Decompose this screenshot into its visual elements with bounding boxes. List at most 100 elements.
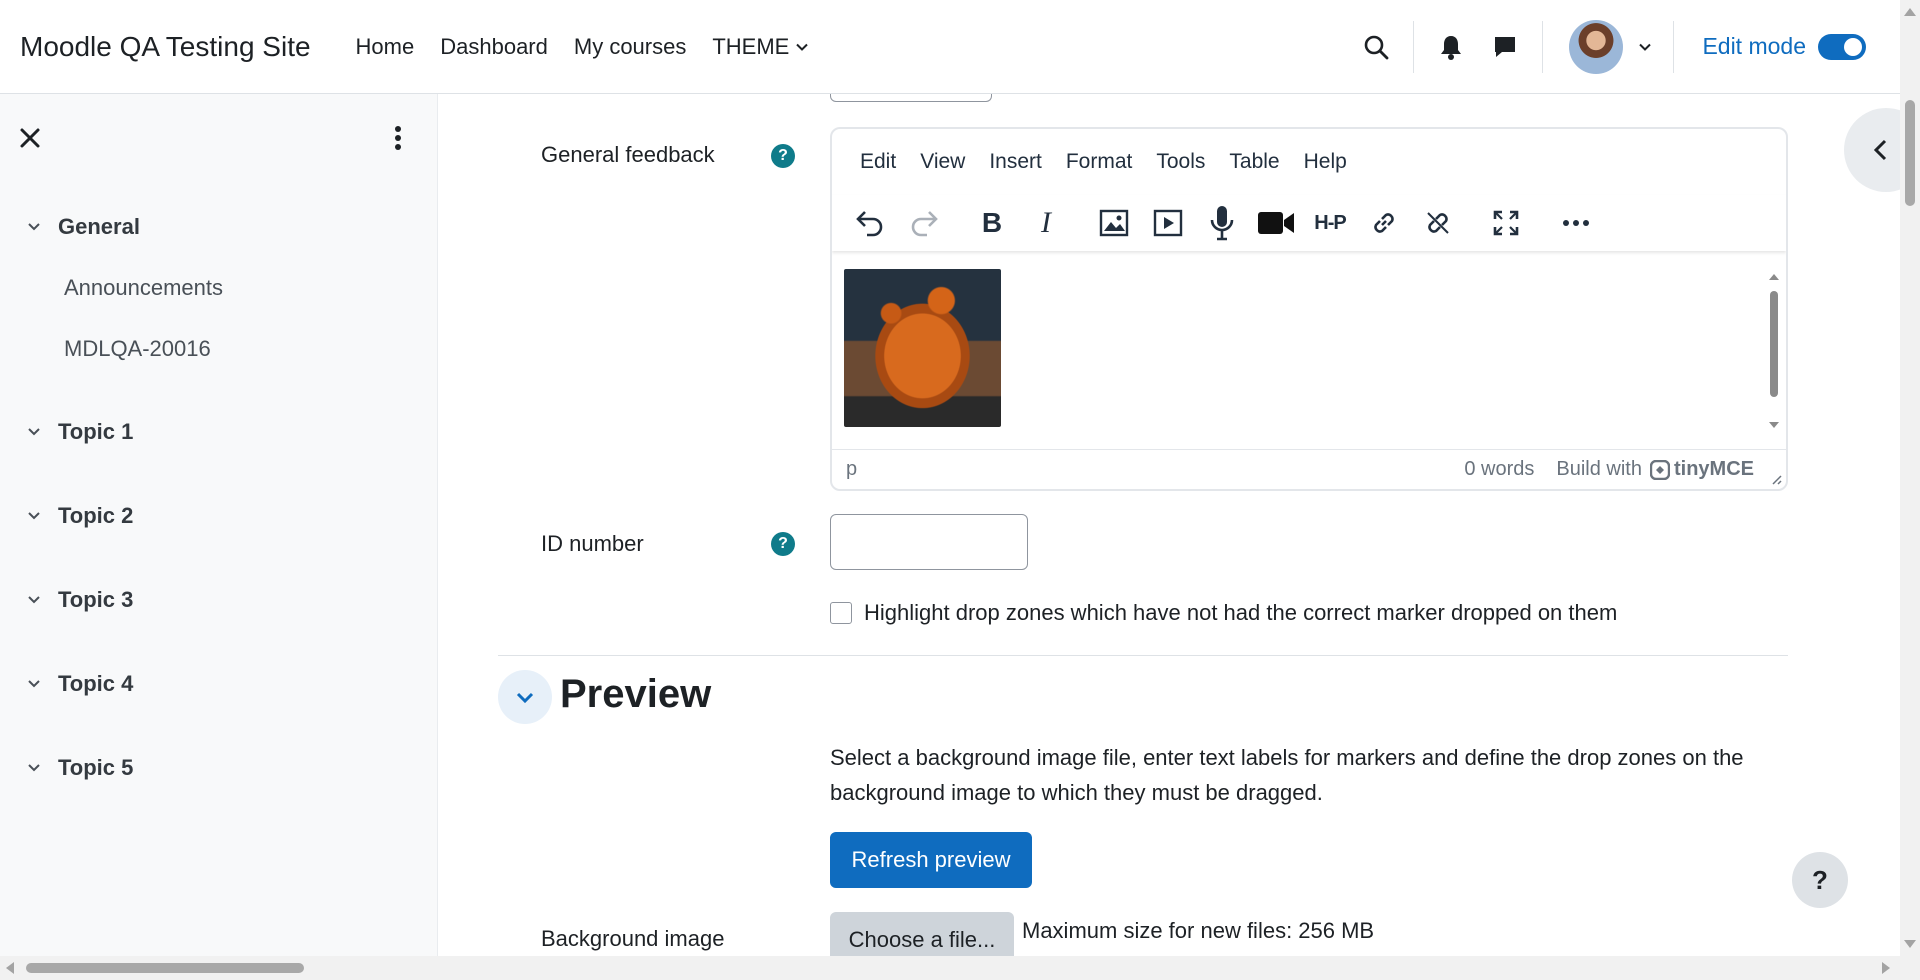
chevron-down-icon[interactable] <box>26 508 42 524</box>
record-video-icon <box>1258 212 1294 234</box>
edit-mode-switch[interactable]: Edit mode <box>1702 33 1866 60</box>
messages-button[interactable] <box>1478 20 1532 74</box>
close-icon[interactable] <box>16 124 44 152</box>
bold-button[interactable]: B <box>970 203 1014 243</box>
page-vertical-scrollbar[interactable] <box>1900 0 1920 956</box>
highlight-drop-zones-checkbox[interactable] <box>830 602 852 624</box>
section-title: Topic 2 <box>58 503 134 528</box>
section-title: General <box>58 214 140 239</box>
undo-icon <box>856 211 883 237</box>
navbar-divider <box>1542 20 1544 73</box>
site-name[interactable]: Moodle QA Testing Site <box>20 31 311 63</box>
refresh-preview-button[interactable]: Refresh preview <box>830 832 1032 888</box>
h5p-button[interactable]: H-P <box>1308 203 1352 243</box>
editor-content-area[interactable] <box>844 269 1764 435</box>
tinymce-brand: tinyMCE <box>1674 458 1754 480</box>
resize-handle-icon[interactable] <box>1770 473 1782 485</box>
chevron-down-icon <box>516 692 534 704</box>
id-number-input[interactable] <box>830 514 1028 570</box>
notifications-button[interactable] <box>1424 20 1478 74</box>
activity-announcements[interactable]: Announcements <box>64 275 223 301</box>
menu-help[interactable]: Help <box>1292 150 1359 174</box>
menu-format[interactable]: Format <box>1054 150 1145 174</box>
teddy-bear-image[interactable] <box>844 269 1001 427</box>
chevron-down-icon[interactable] <box>26 424 42 440</box>
section-divider <box>498 655 1788 656</box>
fullscreen-icon <box>1493 210 1519 236</box>
general-feedback-editor: Edit View Insert Format Tools Table Help… <box>830 127 1788 491</box>
id-number-label: ID number <box>541 531 644 556</box>
chevron-down-icon[interactable] <box>26 760 42 776</box>
nav-home[interactable]: Home <box>343 34 428 60</box>
help-floating-button[interactable]: ? <box>1792 852 1848 908</box>
section-topic-3[interactable]: Topic 3 <box>26 587 133 613</box>
record-audio-icon <box>1210 206 1234 241</box>
menu-edit[interactable]: Edit <box>848 150 908 174</box>
primary-navigation: Home Dashboard My courses THEME <box>343 34 823 60</box>
search-button[interactable] <box>1349 20 1403 74</box>
chevron-down-icon[interactable] <box>26 219 42 235</box>
max-file-size: Maximum size for new files: 256 MB <box>1022 918 1375 943</box>
section-title: Topic 1 <box>58 419 134 444</box>
link-icon <box>1374 213 1394 233</box>
user-avatar[interactable] <box>1569 19 1624 74</box>
scroll-up-arrow-icon[interactable] <box>1904 8 1916 16</box>
section-title: Topic 5 <box>58 755 134 780</box>
chevron-down-icon[interactable] <box>26 676 42 692</box>
activity-mdlqa-20016[interactable]: MDLQA-20016 <box>64 336 211 362</box>
record-audio-button[interactable] <box>1200 203 1244 243</box>
link-button[interactable] <box>1362 203 1406 243</box>
editor-scrollbar[interactable] <box>1766 271 1782 431</box>
nav-my-courses[interactable]: My courses <box>561 34 699 60</box>
redo-icon <box>911 211 938 237</box>
highlight-drop-zones-label[interactable]: Highlight drop zones which have not had … <box>864 600 1617 626</box>
italic-button[interactable]: I <box>1024 203 1068 243</box>
more-icon <box>1563 220 1589 226</box>
navbar-divider <box>1673 20 1675 73</box>
kebab-menu-icon[interactable] <box>388 124 408 152</box>
search-icon <box>1365 35 1389 59</box>
scroll-thumb[interactable] <box>1905 100 1915 206</box>
scroll-down-arrow-icon[interactable] <box>1904 940 1916 948</box>
section-topic-5[interactable]: Topic 5 <box>26 755 133 781</box>
section-title: Topic 4 <box>58 671 134 696</box>
more-button[interactable] <box>1554 203 1598 243</box>
help-icon[interactable]: ? <box>771 532 795 556</box>
section-topic-4[interactable]: Topic 4 <box>26 671 133 697</box>
build-with-label: Build with <box>1556 458 1642 480</box>
record-video-button[interactable] <box>1254 203 1298 243</box>
scroll-left-arrow-icon[interactable] <box>6 962 14 974</box>
word-count[interactable]: 0 words <box>1464 458 1534 481</box>
unlink-button[interactable] <box>1416 203 1460 243</box>
nav-dashboard[interactable]: Dashboard <box>427 34 561 60</box>
image-button[interactable] <box>1092 203 1136 243</box>
section-general[interactable]: General <box>26 214 140 240</box>
chevron-down-icon[interactable] <box>1637 39 1653 55</box>
previous-field-input[interactable] <box>830 94 992 102</box>
redo-button[interactable] <box>902 203 946 243</box>
undo-button[interactable] <box>848 203 892 243</box>
help-icon[interactable]: ? <box>771 144 795 168</box>
menu-tools[interactable]: Tools <box>1144 150 1217 174</box>
menu-view[interactable]: View <box>908 150 977 174</box>
section-topic-1[interactable]: Topic 1 <box>26 419 133 445</box>
nav-theme[interactable]: THEME <box>699 34 822 60</box>
edit-mode-toggle[interactable] <box>1818 33 1866 60</box>
fullscreen-button[interactable] <box>1484 203 1528 243</box>
menu-insert[interactable]: Insert <box>977 150 1054 174</box>
scroll-right-arrow-icon[interactable] <box>1882 962 1890 974</box>
choose-file-button[interactable]: Choose a file... <box>830 912 1014 956</box>
tinymce-branding[interactable]: Build with tinyMCE <box>1556 458 1754 481</box>
bold-icon: B <box>981 207 1003 238</box>
preview-collapse-button[interactable] <box>498 670 552 724</box>
chevron-down-icon[interactable] <box>26 592 42 608</box>
menu-table[interactable]: Table <box>1217 150 1291 174</box>
nav-theme-label: THEME <box>712 33 790 59</box>
media-button[interactable] <box>1146 203 1190 243</box>
element-path[interactable]: p <box>846 458 857 481</box>
section-topic-2[interactable]: Topic 2 <box>26 503 133 529</box>
section-title: Topic 3 <box>58 587 134 612</box>
chevron-down-icon <box>796 43 809 51</box>
scroll-thumb[interactable] <box>26 963 304 973</box>
page-horizontal-scrollbar[interactable] <box>0 956 1920 980</box>
